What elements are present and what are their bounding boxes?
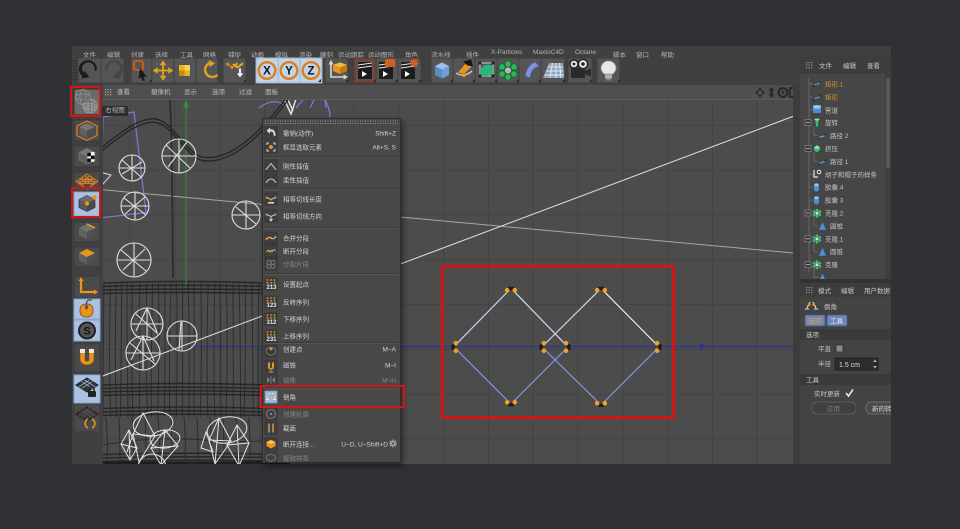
svg-text:选项: 选项: [808, 316, 822, 325]
svg-text:Alt+S, S: Alt+S, S: [372, 145, 396, 152]
svg-text:选项: 选项: [806, 330, 820, 339]
svg-text:213: 213: [267, 285, 278, 291]
svg-text:编辑: 编辑: [841, 286, 855, 295]
svg-text:Z: Z: [307, 66, 314, 78]
svg-text:圆锥: 圆锥: [830, 221, 844, 230]
svg-text:M~A: M~A: [382, 347, 396, 354]
svg-text:平直: 平直: [818, 344, 832, 353]
svg-text:克隆.1: 克隆.1: [825, 234, 844, 243]
svg-text:231: 231: [267, 337, 278, 343]
svg-text:镜像: 镜像: [283, 376, 297, 385]
svg-text:312: 312: [267, 320, 278, 326]
svg-text:矩形.1: 矩形.1: [825, 80, 844, 89]
svg-text:合并分段: 合并分段: [283, 234, 310, 243]
svg-text:克隆: 克隆: [825, 260, 839, 269]
svg-text:胶囊 3: 胶囊 3: [825, 196, 844, 205]
svg-text:反转序列: 反转序列: [283, 298, 309, 307]
svg-text:磁铁: 磁铁: [283, 361, 297, 370]
svg-text:实时更新: 实时更新: [814, 389, 841, 398]
svg-text:旋转: 旋转: [825, 118, 839, 127]
svg-text:U~D, U~Shift+D: U~D, U~Shift+D: [341, 442, 388, 449]
svg-text:撤销(动作): 撤销(动作): [283, 129, 313, 138]
svg-text:Shift+Z: Shift+Z: [375, 131, 396, 138]
svg-text:新的转: 新的转: [872, 404, 891, 413]
svg-text:截面: 截面: [283, 424, 297, 433]
svg-text:查看: 查看: [867, 61, 881, 70]
svg-text:X: X: [263, 66, 271, 78]
svg-text:柔性插值: 柔性插值: [283, 176, 310, 185]
svg-text:分裂片段: 分裂片段: [283, 260, 310, 269]
svg-text:创建轮廓: 创建轮廓: [283, 410, 310, 419]
svg-text:管道: 管道: [825, 105, 839, 114]
svg-text:1.5 cm: 1.5 cm: [839, 362, 860, 369]
svg-text:123: 123: [267, 303, 278, 309]
svg-text:工具: 工具: [830, 317, 844, 325]
svg-text:胡子和帽子的样条: 胡子和帽子的样条: [825, 170, 878, 179]
svg-text:框显选取元素: 框显选取元素: [283, 143, 323, 152]
svg-text:胶囊.4: 胶囊.4: [825, 183, 844, 192]
svg-text:刚性插值: 刚性插值: [283, 162, 310, 171]
svg-text:用户数据: 用户数据: [864, 286, 891, 295]
svg-text:编辑: 编辑: [843, 61, 857, 70]
svg-text:上移序列: 上移序列: [283, 332, 309, 341]
svg-text:克隆.2: 克隆.2: [825, 209, 844, 218]
svg-text:断开连接...: 断开连接...: [283, 440, 315, 449]
svg-text:创建点: 创建点: [283, 345, 303, 354]
svg-text:矩形: 矩形: [825, 92, 839, 101]
svg-text:路径 2: 路径 2: [830, 131, 849, 140]
svg-text:相等切线长度: 相等切线长度: [283, 195, 323, 204]
svg-text:M~H: M~H: [382, 378, 396, 385]
svg-text:工具: 工具: [806, 376, 820, 384]
svg-text:设置起点: 设置起点: [283, 280, 310, 289]
svg-text:路径 1: 路径 1: [830, 157, 849, 166]
svg-text:挤压: 挤压: [825, 144, 839, 153]
svg-text:倒角: 倒角: [824, 302, 837, 311]
svg-text:M~I: M~I: [385, 363, 396, 370]
svg-text:文件: 文件: [819, 61, 833, 70]
svg-text:S: S: [83, 326, 90, 338]
svg-text:模式: 模式: [818, 286, 832, 295]
svg-text:相等切线方向: 相等切线方向: [283, 212, 322, 221]
svg-text:断开分段: 断开分段: [283, 247, 310, 256]
svg-text:Y: Y: [285, 66, 293, 78]
svg-text:圆锥: 圆锥: [830, 247, 844, 256]
svg-text:提取样条: 提取样条: [283, 454, 310, 463]
svg-text:应用: 应用: [827, 404, 840, 413]
svg-text:下移序列: 下移序列: [283, 315, 309, 324]
svg-text:半径: 半径: [818, 359, 832, 368]
